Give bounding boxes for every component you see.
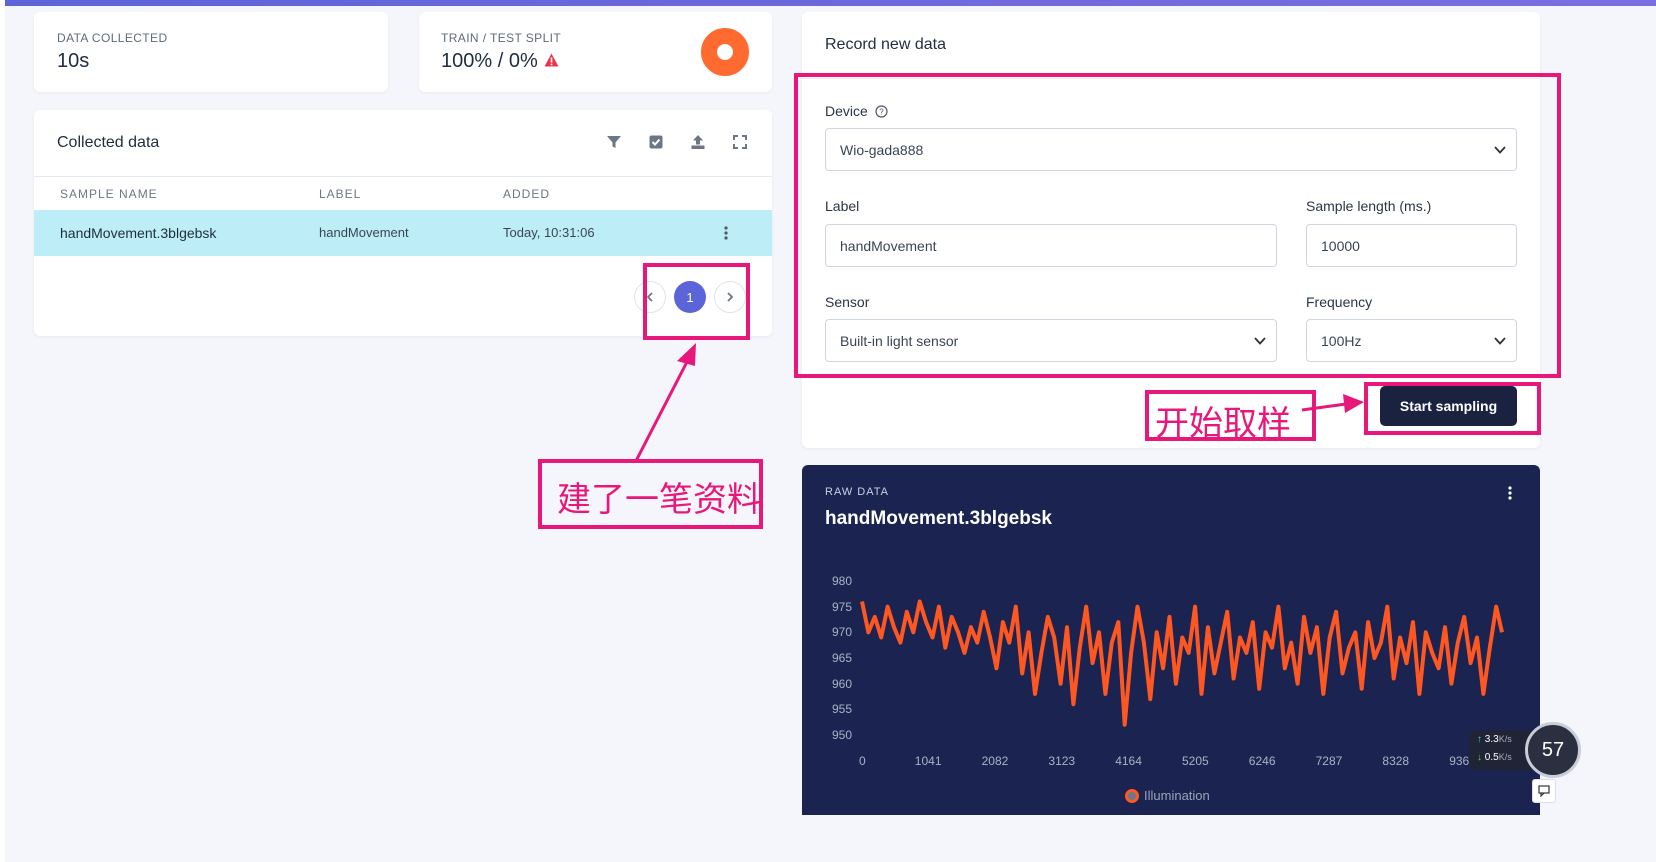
split-value: 100% / 0% (441, 50, 538, 72)
series-line-illumination (860, 599, 1504, 727)
cpu-percent: 57 (1541, 738, 1565, 761)
annotation-created-note: 建了一笔资料 (557, 480, 761, 520)
annotation-box-start-button (1364, 382, 1541, 435)
legend-swatch-icon (1125, 788, 1139, 803)
download-speed: ↓ 0.5K/s (1477, 752, 1512, 763)
row-label: handMovement (319, 225, 409, 240)
filter-icon[interactable] (603, 131, 625, 153)
column-label: LABEL (319, 187, 362, 201)
column-added: ADDED (503, 187, 551, 201)
record-title: Record new data (825, 36, 946, 53)
feedback-icon[interactable] (1532, 779, 1556, 803)
arrow-down-icon: ↓ (1477, 752, 1482, 763)
data-collected-value: 10s (57, 50, 90, 72)
table-row[interactable]: handMovement.3blgebsk handMovement Today… (34, 210, 772, 256)
annotation-box-pagination (643, 263, 750, 340)
annotation-start-note: 开始取样 (1155, 404, 1291, 444)
data-collected-card: DATA COLLECTED 10s (34, 12, 388, 92)
raw-data-card: RAW DATA handMovement.3blgebsk 980 975 970… (802, 465, 1540, 815)
warning-icon (544, 53, 559, 67)
arrow-up-icon: ↑ (1477, 734, 1482, 745)
row-sample-name[interactable]: handMovement.3blgebsk (60, 225, 216, 241)
upload-speed: ↑ 3.3K/s (1477, 734, 1512, 745)
column-sample-name: SAMPLE NAME (60, 187, 158, 201)
cpu-gauge: 57 (1525, 722, 1581, 778)
legend-label: Illumination (1144, 788, 1210, 803)
data-collected-label: DATA COLLECTED (57, 31, 168, 45)
table-header: SAMPLE NAME LABEL ADDED (34, 176, 772, 211)
select-checkbox-icon[interactable] (645, 131, 667, 153)
fullscreen-icon[interactable] (729, 131, 751, 153)
split-donut-icon (701, 28, 749, 76)
illumination-line-chart (860, 599, 1504, 727)
annotation-box-record-form (794, 73, 1561, 378)
top-accent-bar (0, 0, 1656, 6)
legend[interactable]: Illumination (1125, 788, 1210, 803)
row-menu-icon[interactable] (720, 225, 732, 241)
left-edge (0, 0, 5, 862)
split-label: TRAIN / TEST SPLIT (441, 31, 562, 45)
train-test-split-card: TRAIN / TEST SPLIT 100% / 0% (419, 12, 772, 92)
row-added: Today, 10:31:06 (503, 225, 595, 240)
upload-icon[interactable] (687, 131, 709, 153)
collected-data-title: Collected data (57, 134, 160, 151)
